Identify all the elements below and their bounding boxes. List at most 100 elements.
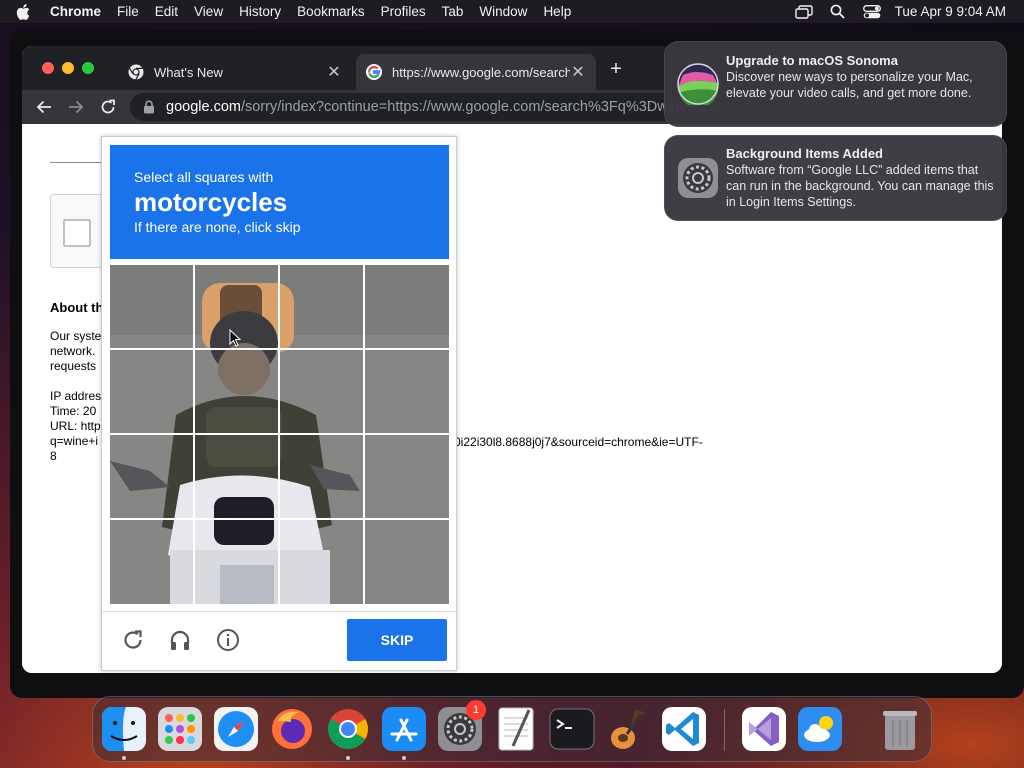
menu-history[interactable]: History <box>231 0 289 23</box>
system-settings-badge: 1 <box>466 700 486 720</box>
image-tile[interactable] <box>365 350 449 434</box>
page-text-line: IP addres <box>50 389 102 403</box>
page-text-line[interactable]: q=wine+i <box>50 434 98 449</box>
menu-help[interactable]: Help <box>535 0 579 23</box>
garageband-icon[interactable] <box>605 706 651 752</box>
tab-whats-new[interactable]: What's New ✕ <box>118 54 352 90</box>
close-window-button[interactable] <box>42 62 54 74</box>
tab-close-icon[interactable]: ✕ <box>326 62 342 82</box>
tab-close-icon[interactable]: ✕ <box>570 62 586 82</box>
image-tile[interactable] <box>110 435 194 519</box>
notification-title: Background Items Added <box>726 146 883 161</box>
finder-icon[interactable] <box>101 706 147 752</box>
back-arrow-icon[interactable] <box>34 97 54 117</box>
info-icon[interactable] <box>214 626 242 654</box>
image-tile[interactable] <box>110 520 194 604</box>
app-store-icon[interactable] <box>381 706 427 752</box>
about-heading: About th <box>50 300 104 315</box>
image-tile[interactable] <box>280 350 364 434</box>
image-tile[interactable] <box>110 265 194 349</box>
menu-window[interactable]: Window <box>471 0 535 23</box>
page-text-line: network. <box>50 344 96 358</box>
tab-google-search[interactable]: https://www.google.com/search?q=wine ✕ <box>356 54 596 90</box>
new-tab-plus-icon[interactable]: + <box>606 59 626 80</box>
running-indicator <box>346 756 350 760</box>
screen-mirroring-icon[interactable] <box>787 0 821 23</box>
image-tile[interactable] <box>110 350 194 434</box>
google-icon <box>366 64 382 80</box>
menu-edit[interactable]: Edit <box>147 0 186 23</box>
challenge-target: motorcycles <box>134 187 288 217</box>
challenge-footer-divider <box>102 611 456 612</box>
dock <box>92 696 932 762</box>
page-text-line: Time: 20 <box>50 404 97 418</box>
divider <box>50 162 104 163</box>
tab-title: https://www.google.com/search?q=wine <box>392 64 570 80</box>
weather-icon[interactable] <box>797 706 843 752</box>
image-tile[interactable] <box>195 520 279 604</box>
page-text-line: requests <box>50 359 97 373</box>
page-text-line: Our syste <box>50 329 102 343</box>
page-text-line[interactable]: 8 <box>50 449 57 464</box>
challenge-hint: If there are none, click skip <box>134 219 301 235</box>
visual-studio-icon[interactable] <box>741 706 787 752</box>
launchpad-icon[interactable] <box>157 706 203 752</box>
dock-separator <box>724 709 725 751</box>
firefox-icon[interactable] <box>269 706 315 752</box>
notification-title: Upgrade to macOS Sonoma <box>726 53 898 68</box>
mouse-cursor-icon <box>229 329 241 347</box>
fullscreen-window-button[interactable] <box>82 62 94 74</box>
menu-bar: Chrome File Edit View History Bookmarks … <box>0 0 1024 23</box>
address-path: /sorry/index?continue=https://www.google… <box>240 99 721 115</box>
menu-app-name[interactable]: Chrome <box>42 0 109 23</box>
menu-view[interactable]: View <box>186 0 231 23</box>
menubar-clock[interactable]: Tue Apr 9 9:04 AM <box>889 4 1024 19</box>
notification-body: Discover new ways to personalize your Ma… <box>726 70 973 100</box>
image-grid <box>110 265 449 604</box>
site-info-icon[interactable] <box>142 100 156 114</box>
recaptcha-challenge: Select all squares with motorcycles If t… <box>101 136 457 671</box>
page-url-tail[interactable]: 0i22i30l8.8688j0j7&sourceid=chrome&ie=UT… <box>454 435 703 449</box>
image-tile[interactable] <box>280 520 364 604</box>
reload-challenge-icon[interactable] <box>119 626 147 654</box>
notification-body: Software from “Google LLC” added items t… <box>726 163 994 209</box>
recaptcha-checkbox[interactable] <box>63 219 91 247</box>
apple-menu-icon[interactable] <box>16 0 38 23</box>
notification-macos-sonoma[interactable]: Upgrade to macOS Sonoma Discover new way… <box>664 41 1007 127</box>
image-tile[interactable] <box>195 435 279 519</box>
safari-icon[interactable] <box>213 706 259 752</box>
forward-arrow-icon[interactable] <box>66 97 86 117</box>
chrome-app-icon[interactable] <box>325 706 371 752</box>
minimize-window-button[interactable] <box>62 62 74 74</box>
image-tile[interactable] <box>280 265 364 349</box>
textedit-icon[interactable] <box>493 706 539 752</box>
system-settings-gear-icon <box>678 158 718 198</box>
address-host: google.com <box>166 99 241 115</box>
image-tile[interactable] <box>365 435 449 519</box>
image-tile[interactable] <box>365 265 449 349</box>
trash-icon[interactable] <box>877 706 923 752</box>
chrome-icon <box>128 64 144 80</box>
skip-button[interactable]: SKIP <box>347 619 447 661</box>
terminal-icon[interactable] <box>549 706 595 752</box>
image-tile[interactable] <box>365 520 449 604</box>
audio-challenge-headphones-icon[interactable] <box>166 626 194 654</box>
menu-tab[interactable]: Tab <box>434 0 472 23</box>
image-tile[interactable] <box>195 350 279 434</box>
tab-title: What's New <box>154 64 223 80</box>
reload-icon[interactable] <box>98 97 118 117</box>
macos-sonoma-icon <box>677 63 719 105</box>
menu-file[interactable]: File <box>109 0 147 23</box>
control-center-icon[interactable] <box>855 0 889 23</box>
page-text-line[interactable]: URL: http <box>50 419 101 434</box>
notification-background-items[interactable]: Background Items Added Software from “Go… <box>664 135 1007 221</box>
challenge-header: Select all squares with motorcycles If t… <box>110 145 449 259</box>
running-indicator <box>402 756 406 760</box>
spotlight-search-icon[interactable] <box>821 0 855 23</box>
challenge-instruction: Select all squares with <box>134 169 274 185</box>
vscode-icon[interactable] <box>661 706 707 752</box>
image-tile[interactable] <box>280 435 364 519</box>
running-indicator <box>122 756 126 760</box>
menu-profiles[interactable]: Profiles <box>373 0 434 23</box>
menu-bookmarks[interactable]: Bookmarks <box>289 0 373 23</box>
